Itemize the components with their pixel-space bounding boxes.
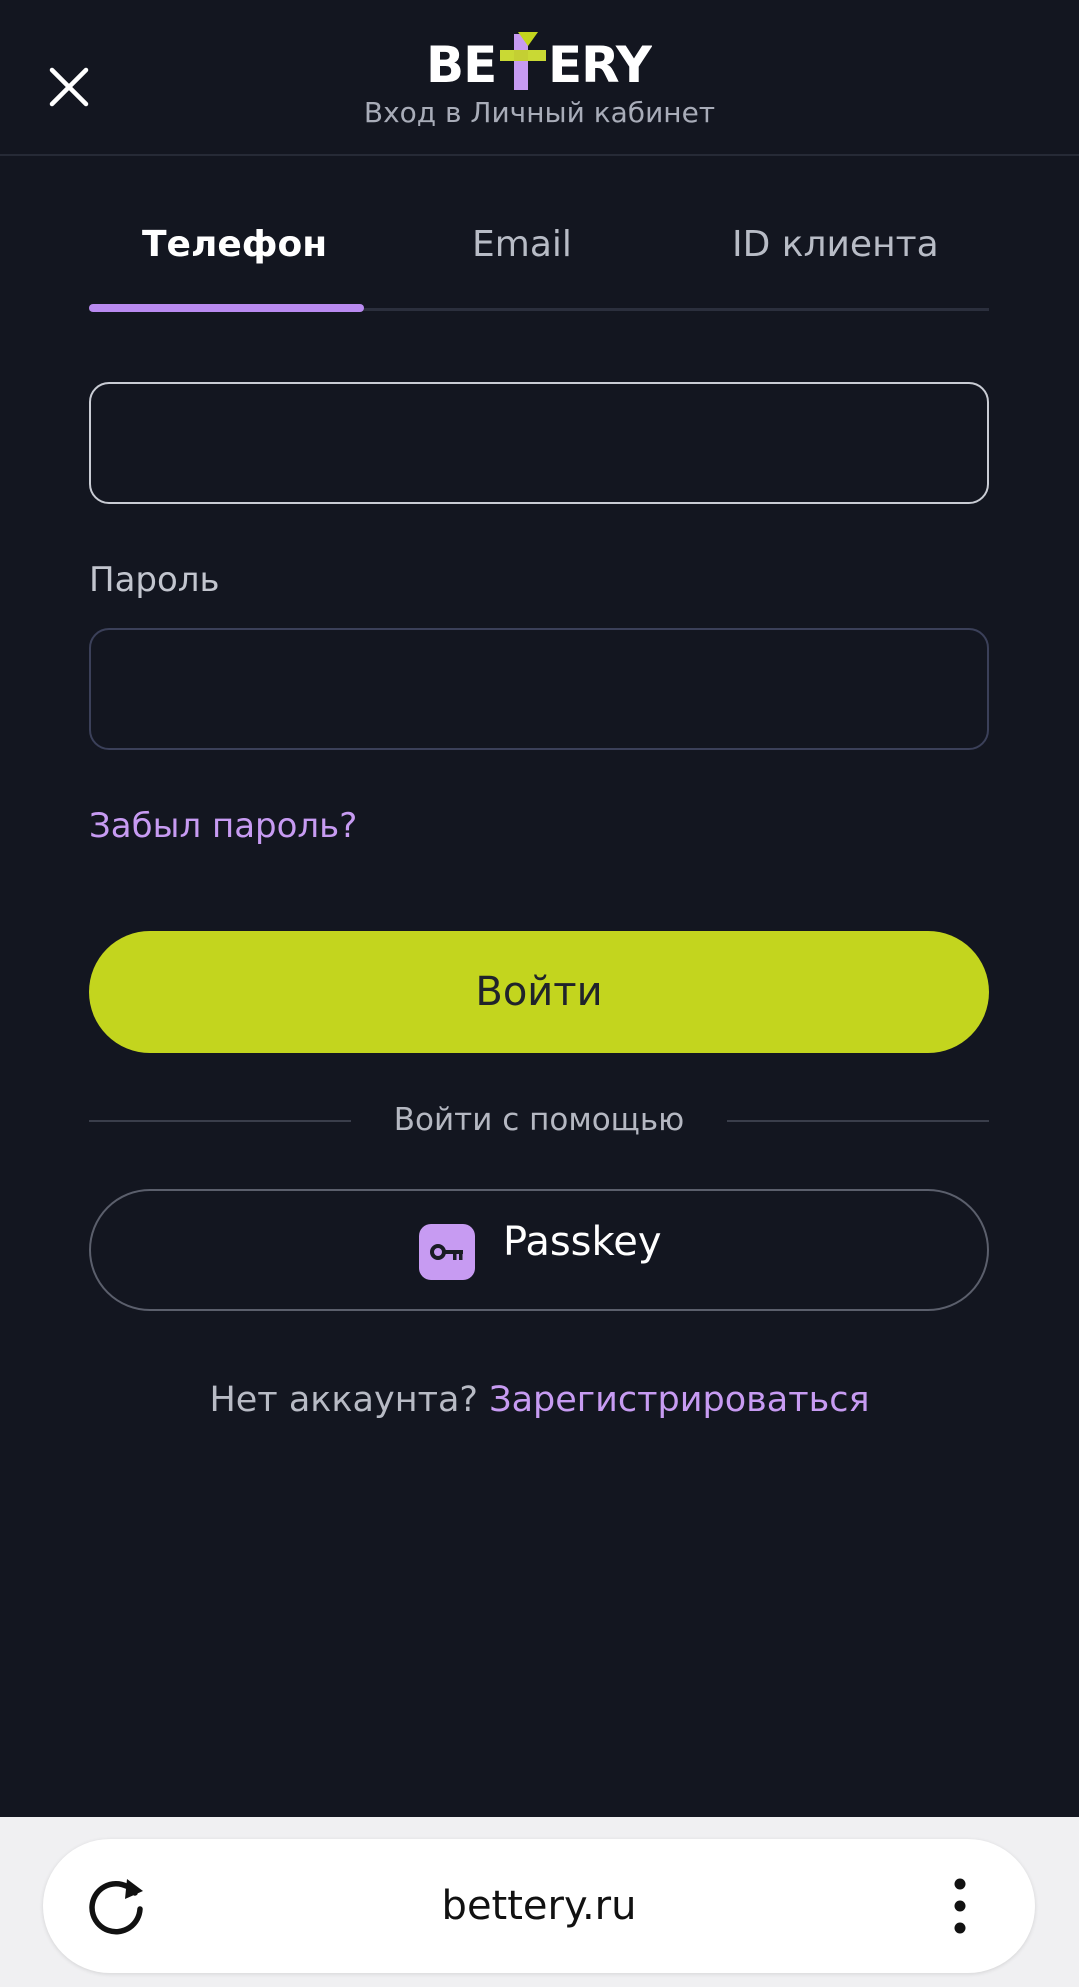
- login-method-tabs: Телефон Email ID клиента: [89, 198, 989, 314]
- header: BE ERY Вход в Личный кабинет: [0, 0, 1079, 156]
- login-button[interactable]: Войти: [89, 931, 989, 1053]
- bettery-logo: BE ERY: [426, 30, 654, 94]
- password-field[interactable]: [89, 628, 989, 750]
- passkey-button[interactable]: Passkey: [89, 1189, 989, 1311]
- login-screen: BE ERY Вход в Личный кабинет Телефон Ema…: [0, 0, 1079, 1817]
- address-bar[interactable]: bettery.ru: [43, 1839, 1035, 1973]
- phone-input[interactable]: [91, 384, 987, 502]
- no-account-text: Нет аккаунта?: [209, 1380, 479, 1420]
- register-link[interactable]: Зарегистрироваться: [489, 1380, 869, 1420]
- register-prompt: Нет аккаунта? Зарегистрироваться: [0, 1380, 1079, 1420]
- password-input[interactable]: [91, 630, 987, 748]
- active-tab-indicator: [89, 304, 364, 312]
- tab-email[interactable]: Email: [472, 224, 572, 265]
- browser-menu-button[interactable]: [943, 1875, 977, 1937]
- forgot-password-link[interactable]: Забыл пароль?: [89, 806, 357, 846]
- tab-phone[interactable]: Телефон: [142, 224, 327, 265]
- tab-client-id[interactable]: ID клиента: [732, 224, 939, 265]
- browser-bottom-bar: bettery.ru: [0, 1817, 1079, 1987]
- password-label: Пароль: [89, 560, 220, 600]
- svg-text:BE: BE: [426, 36, 496, 94]
- url-text[interactable]: bettery.ru: [43, 1839, 1035, 1973]
- phone-field[interactable]: [89, 382, 989, 504]
- divider-line-right: [727, 1120, 989, 1122]
- alt-login-divider: Войти с помощью: [89, 1098, 989, 1142]
- svg-text:ERY: ERY: [548, 36, 652, 94]
- page-subtitle: Вход в Личный кабинет: [363, 96, 716, 129]
- key-icon: [419, 1224, 475, 1280]
- more-vertical-icon: [954, 1878, 966, 1934]
- passkey-label: Passkey: [503, 1219, 662, 1265]
